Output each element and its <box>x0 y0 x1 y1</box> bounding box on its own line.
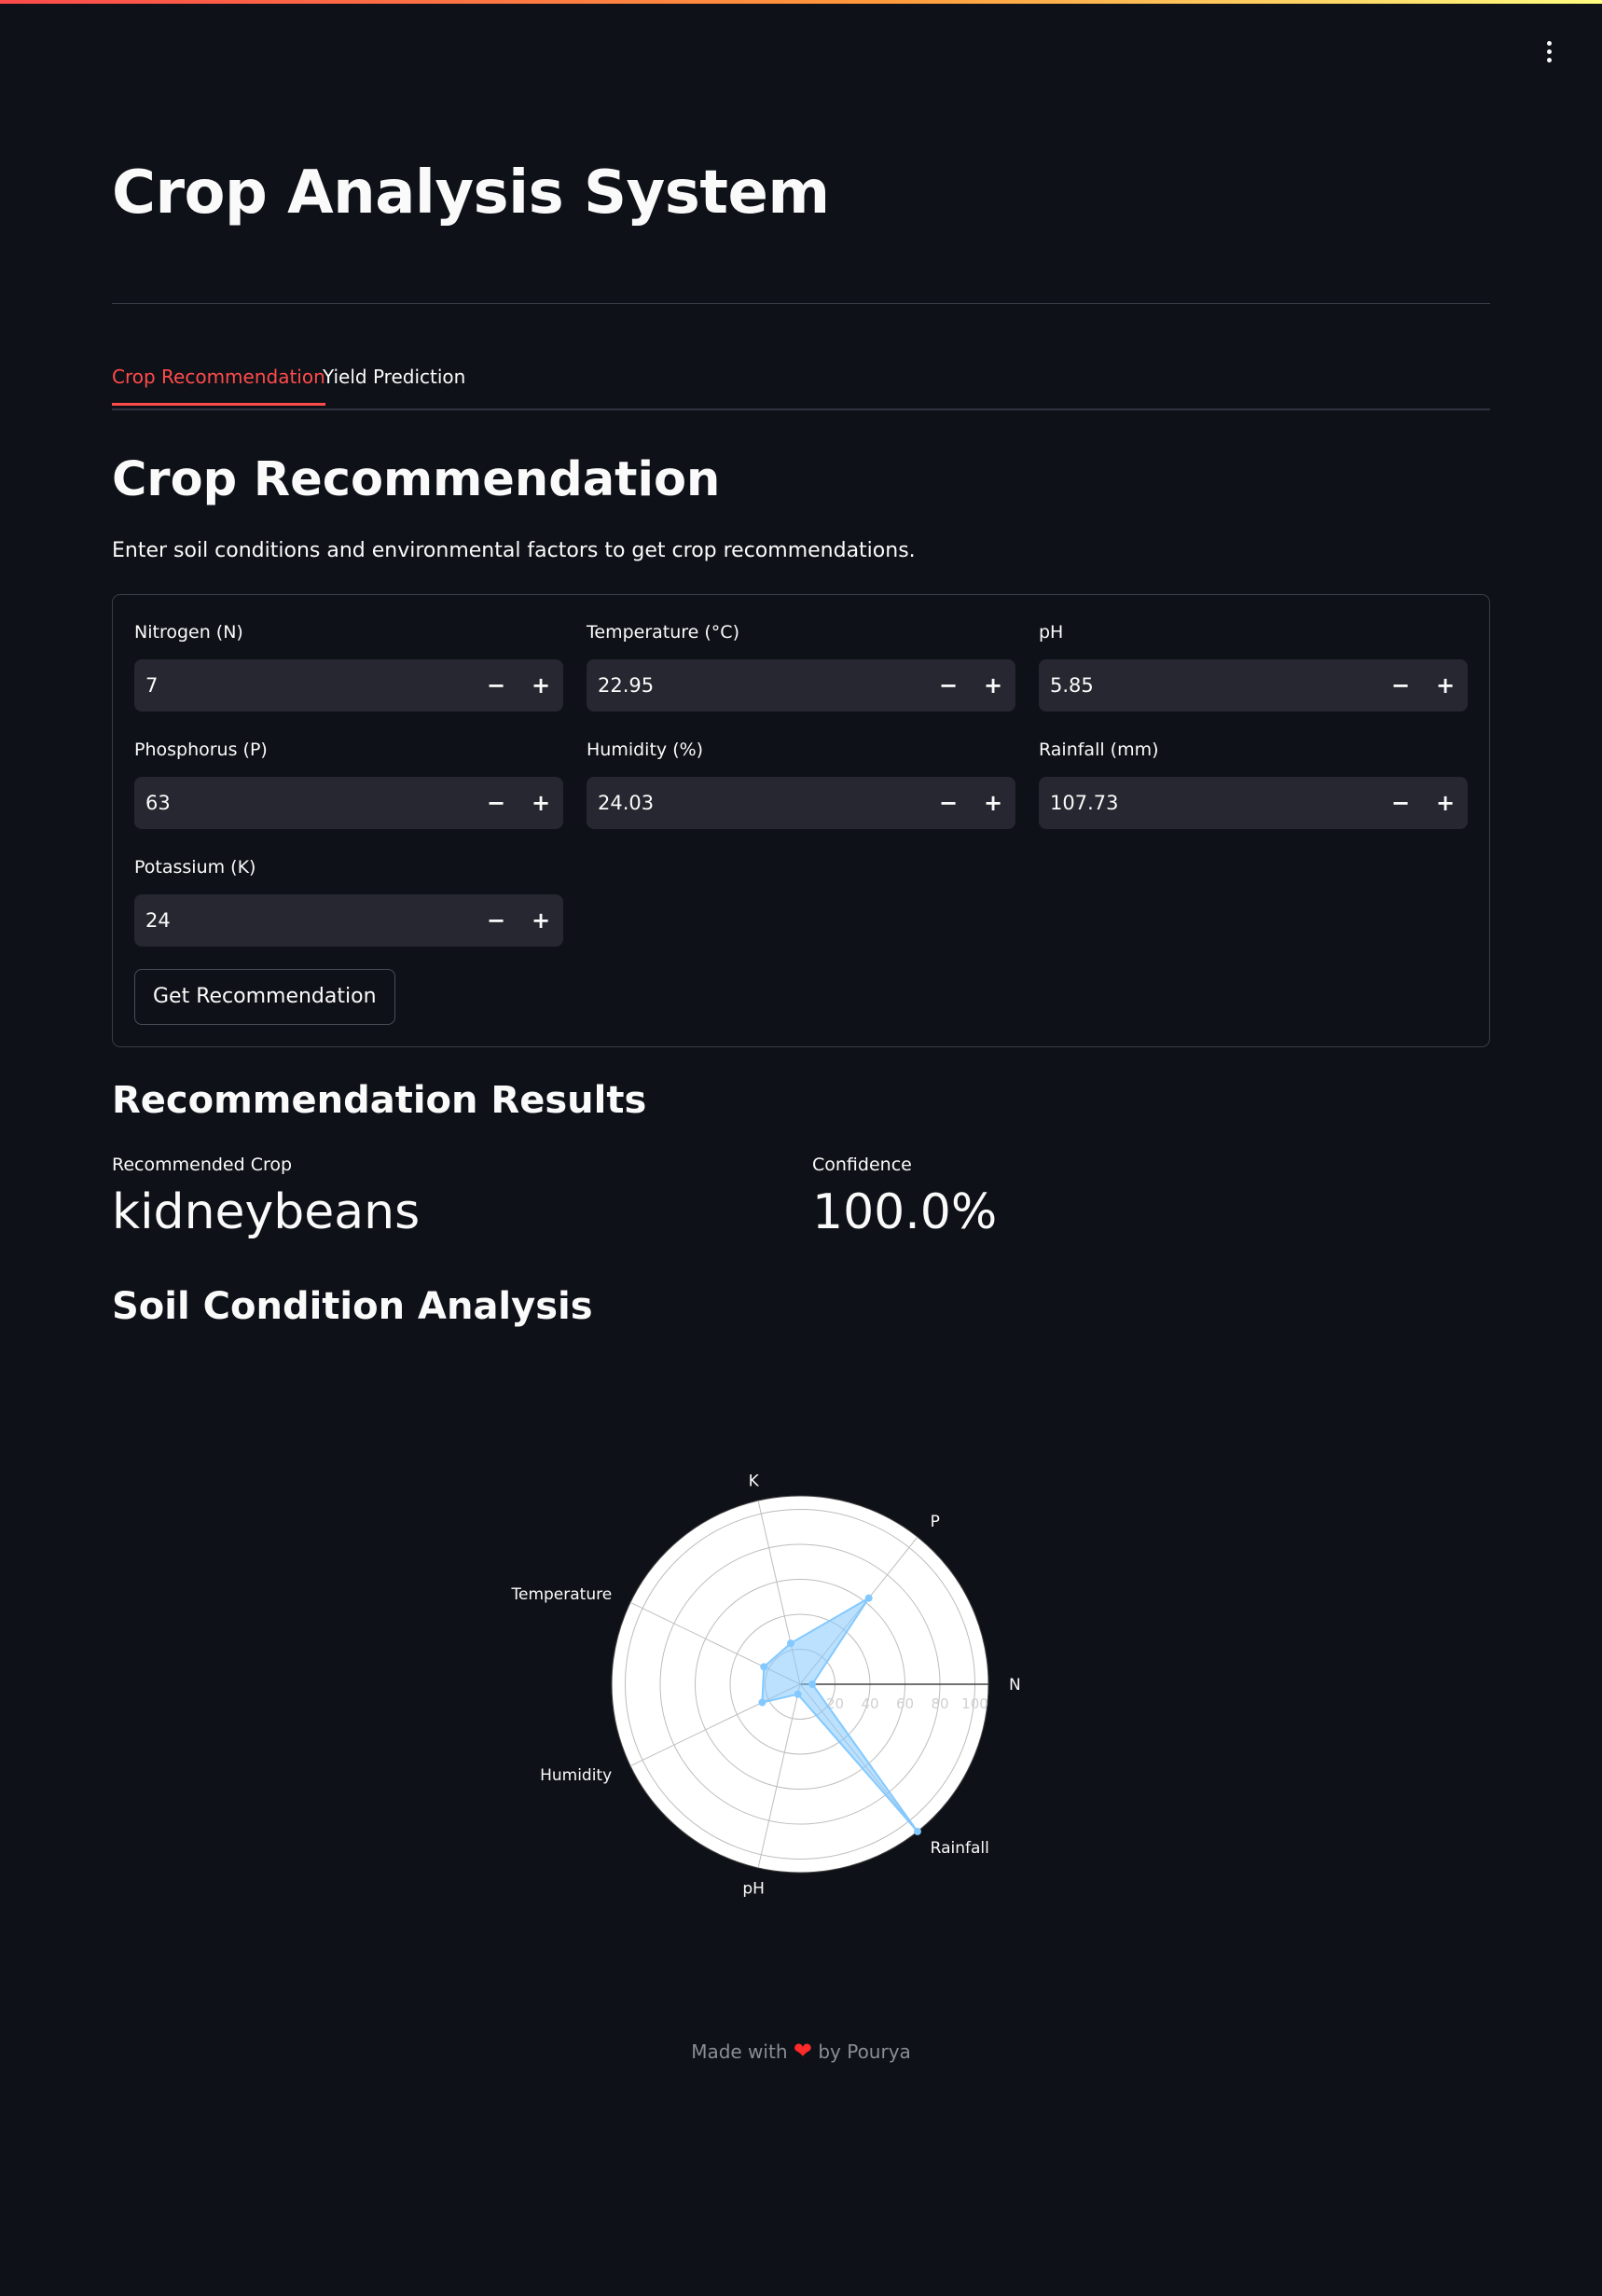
radar-axis-label: Rainfall <box>931 1839 989 1858</box>
section-description: Enter soil conditions and environmental … <box>112 539 916 562</box>
phosphorus-field: Phosphorus (P) 63 − + <box>134 740 563 829</box>
recommendation-form: Nitrogen (N) 7 − + Temperature (°C) 22.9… <box>112 594 1490 1047</box>
field-label: Humidity (%) <box>587 740 704 760</box>
temperature-field: Temperature (°C) 22.95 − + <box>587 622 1015 712</box>
radar-tick-label: 40 <box>861 1695 878 1712</box>
field-label: pH <box>1039 622 1064 643</box>
field-label: Nitrogen (N) <box>134 622 243 643</box>
radar-data-point <box>758 1698 766 1707</box>
potassium-input[interactable]: 24 − + <box>134 894 563 947</box>
field-value[interactable]: 22.95 <box>598 659 654 712</box>
field-value[interactable]: 24 <box>145 894 171 947</box>
radar-data-point <box>864 1594 873 1602</box>
radar-tick-label: 80 <box>931 1695 948 1712</box>
decrement-button[interactable]: − <box>1378 777 1423 829</box>
increment-button[interactable]: + <box>518 659 563 712</box>
top-decoration-bar <box>0 0 1602 4</box>
decrement-button[interactable]: − <box>474 659 518 712</box>
rainfall-field: Rainfall (mm) 107.73 − + <box>1039 740 1468 829</box>
radar-data-point <box>808 1681 817 1688</box>
temperature-input[interactable]: 22.95 − + <box>587 659 1015 712</box>
radar-axis-label: Temperature <box>510 1585 612 1604</box>
increment-button[interactable]: + <box>971 659 1015 712</box>
section-heading: Crop Recommendation <box>112 452 721 507</box>
radar-tick-label: 60 <box>896 1695 914 1712</box>
ph-input[interactable]: 5.85 − + <box>1039 659 1468 712</box>
tab-bar: Crop Recommendation Yield Prediction <box>112 362 1490 410</box>
radar-data-point <box>794 1690 802 1698</box>
menu-dot-icon <box>1546 57 1552 62</box>
page-title: Crop Analysis System <box>112 159 830 228</box>
field-label: Phosphorus (P) <box>134 740 268 760</box>
divider <box>112 303 1490 304</box>
get-recommendation-button[interactable]: Get Recommendation <box>134 969 395 1025</box>
field-value[interactable]: 5.85 <box>1050 659 1094 712</box>
radar-axis-label: pH <box>742 1879 765 1898</box>
field-label: Temperature (°C) <box>587 622 739 643</box>
recommended-crop-value: kidneybeans <box>112 1184 421 1240</box>
menu-dot-icon <box>1546 48 1552 54</box>
increment-button[interactable]: + <box>1423 659 1468 712</box>
radar-axis-label: Humidity <box>540 1766 612 1785</box>
decrement-button[interactable]: − <box>1378 659 1423 712</box>
soil-radar-chart: 20 40 60 80 100NPKTemperatureHumiditypHRainf… <box>510 1473 1021 1899</box>
footer-suffix: by Pourya <box>818 2040 911 2063</box>
results-heading: Recommendation Results <box>112 1079 647 1122</box>
radar-data-point <box>760 1663 768 1671</box>
increment-button[interactable]: + <box>1423 777 1468 829</box>
field-label: Potassium (K) <box>134 857 256 878</box>
field-label: Rainfall (mm) <box>1039 740 1159 760</box>
field-value[interactable]: 24.03 <box>598 777 654 829</box>
humidity-field: Humidity (%) 24.03 − + <box>587 740 1015 829</box>
radar-axis-label: K <box>749 1473 760 1491</box>
radar-axis-label: P <box>931 1513 940 1531</box>
main-menu-button[interactable] <box>1535 35 1563 67</box>
phosphorus-input[interactable]: 63 − + <box>134 777 563 829</box>
humidity-input[interactable]: 24.03 − + <box>587 777 1015 829</box>
nitrogen-input[interactable]: 7 − + <box>134 659 563 712</box>
confidence-label: Confidence <box>812 1155 912 1175</box>
decrement-button[interactable]: − <box>926 777 971 829</box>
tab-crop-recommendation[interactable]: Crop Recommendation <box>112 366 325 406</box>
potassium-field: Potassium (K) 24 − + <box>134 857 563 947</box>
increment-button[interactable]: + <box>518 894 563 947</box>
increment-button[interactable]: + <box>971 777 1015 829</box>
radar-data-point <box>786 1639 794 1648</box>
recommended-crop-label: Recommended Crop <box>112 1155 293 1175</box>
nitrogen-field: Nitrogen (N) 7 − + <box>134 622 563 712</box>
menu-dot-icon <box>1546 40 1552 46</box>
decrement-button[interactable]: − <box>926 659 971 712</box>
radar-axis-label: N <box>1009 1676 1021 1694</box>
radar-data-point <box>913 1827 921 1835</box>
analysis-heading: Soil Condition Analysis <box>112 1285 593 1328</box>
footer: Made with ❤ by Pourya <box>0 2038 1602 2064</box>
increment-button[interactable]: + <box>518 777 563 829</box>
rainfall-input[interactable]: 107.73 − + <box>1039 777 1468 829</box>
tab-yield-prediction[interactable]: Yield Prediction <box>323 366 465 403</box>
field-value[interactable]: 63 <box>145 777 171 829</box>
confidence-value: 100.0% <box>812 1184 998 1240</box>
decrement-button[interactable]: − <box>474 894 518 947</box>
radar-tick-label: 100 <box>961 1695 988 1712</box>
footer-prefix: Made with <box>691 2040 788 2063</box>
heart-icon: ❤ <box>793 2038 812 2064</box>
field-value[interactable]: 107.73 <box>1050 777 1118 829</box>
decrement-button[interactable]: − <box>474 777 518 829</box>
ph-field: pH 5.85 − + <box>1039 622 1468 712</box>
field-value[interactable]: 7 <box>145 659 158 712</box>
